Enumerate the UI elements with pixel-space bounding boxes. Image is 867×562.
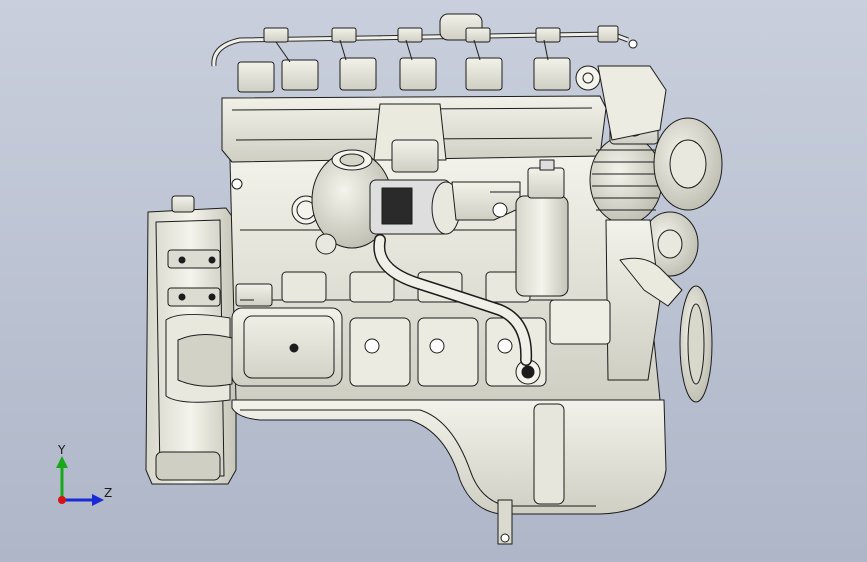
- z-axis-arrowhead: [92, 494, 104, 506]
- coordinate-triad: Y Z: [56, 443, 112, 506]
- y-axis-arrowhead: [56, 456, 68, 468]
- y-axis-label: Y: [57, 443, 66, 457]
- z-axis-label: Z: [104, 486, 112, 500]
- cad-graphics-viewport[interactable]: Y Z: [0, 0, 867, 562]
- oil-pan: [231, 399, 667, 545]
- engine-assembly-model[interactable]: Y Z: [0, 0, 867, 562]
- flywheel-housing: [145, 195, 237, 485]
- x-axis-origin-dot: [58, 496, 66, 504]
- fuel-rail: [211, 13, 638, 93]
